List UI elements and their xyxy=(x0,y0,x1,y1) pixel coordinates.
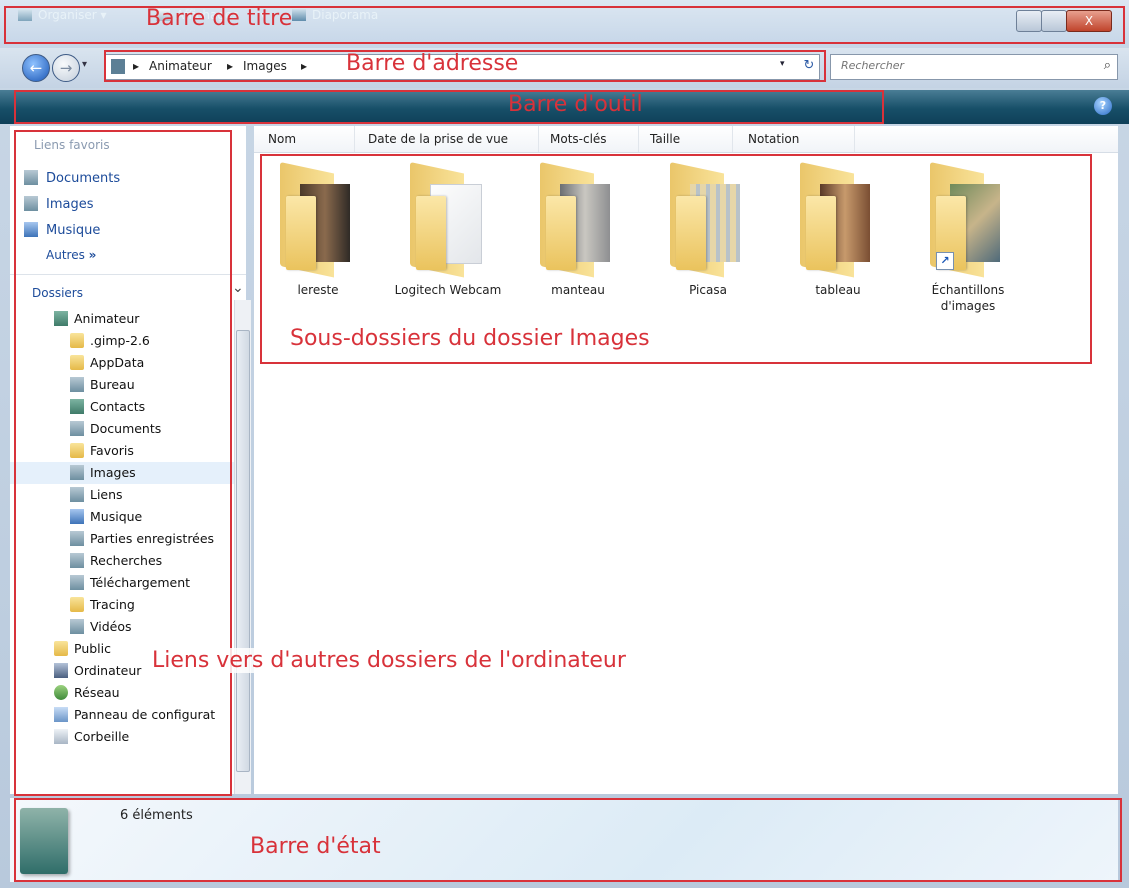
annotation-box-navpane xyxy=(14,130,232,796)
help-icon[interactable]: ? xyxy=(1094,97,1112,115)
annotation-box-toolbar xyxy=(14,90,884,124)
annotation-toolbar: Barre d'outil xyxy=(508,92,643,117)
search-icon[interactable]: ⌕ xyxy=(1104,58,1111,73)
column-headers: Nom Date de la prise de vue Mots-clés Ta… xyxy=(254,126,1118,153)
history-dropdown-icon[interactable]: ▾ xyxy=(82,59,87,70)
annotation-address-bar: Barre d'adresse xyxy=(346,51,519,76)
column-header-date[interactable]: Date de la prise de vue xyxy=(368,132,508,146)
column-header-taille[interactable]: Taille xyxy=(650,132,680,146)
annotation-subfolders: Sous-dossiers du dossier Images xyxy=(290,326,650,351)
column-divider[interactable] xyxy=(732,126,733,152)
annotation-links: Liens vers d'autres dossiers de l'ordina… xyxy=(152,648,626,673)
column-divider[interactable] xyxy=(638,126,639,152)
folders-chevron-icon[interactable]: ⌄ xyxy=(232,280,244,296)
column-divider[interactable] xyxy=(538,126,539,152)
column-header-nom[interactable]: Nom xyxy=(268,132,296,146)
nav-scrollbar-thumb[interactable] xyxy=(236,330,250,772)
column-divider[interactable] xyxy=(854,126,855,152)
annotation-status-bar: Barre d'état xyxy=(250,834,381,859)
column-divider[interactable] xyxy=(354,126,355,152)
column-header-mots-cles[interactable]: Mots-clés xyxy=(550,132,607,146)
search-box[interactable]: ⌕ xyxy=(830,54,1118,80)
back-button[interactable]: ← xyxy=(22,54,50,82)
column-header-notation[interactable]: Notation xyxy=(748,132,799,146)
annotation-box-status xyxy=(14,798,1122,882)
annotation-title-bar: Barre de titre xyxy=(146,6,293,31)
forward-button[interactable]: → xyxy=(52,54,80,82)
search-input[interactable] xyxy=(839,58,1083,73)
